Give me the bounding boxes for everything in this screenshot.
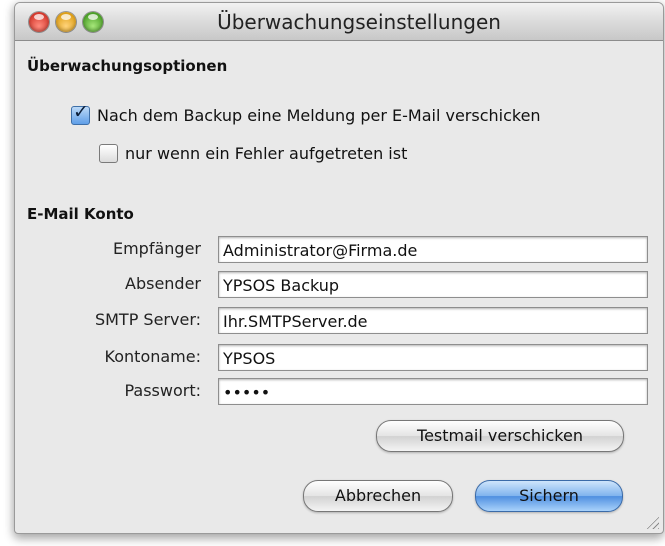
password-label: Passwort: (124, 381, 201, 400)
sender-label: Absender (125, 274, 201, 293)
account-heading: E-Mail Konto (27, 205, 134, 223)
send-mail-label: Nach dem Backup eine Meldung per E-Mail … (97, 106, 541, 125)
password-field[interactable]: ••••• (218, 378, 648, 405)
smtp-server-label: SMTP Server: (94, 310, 201, 329)
cancel-button[interactable]: Abbrechen (303, 480, 453, 512)
title-bar[interactable]: Überwachungseinstellungen (15, 3, 663, 41)
resize-grip-icon[interactable] (645, 515, 659, 529)
only-error-option[interactable]: nur wenn ein Fehler aufgetreten ist (99, 144, 407, 163)
account-name-field[interactable]: YPSOS (218, 344, 648, 371)
save-button[interactable]: Sichern (475, 480, 623, 512)
monitoring-heading: Überwachungsoptionen (27, 57, 228, 75)
recipient-label: Empfänger (112, 239, 201, 258)
account-name-label: Kontoname: (104, 347, 201, 366)
only-error-label: nur wenn ein Fehler aufgetreten ist (125, 144, 408, 163)
recipient-field[interactable]: Administrator@Firma.de (218, 236, 648, 263)
testmail-button[interactable]: Testmail verschicken (376, 420, 624, 452)
window-title: Überwachungseinstellungen (217, 10, 501, 34)
send-mail-option[interactable]: ✓ Nach dem Backup eine Meldung per E-Mai… (71, 101, 541, 125)
sender-field[interactable]: YPSOS Backup (218, 271, 648, 298)
settings-window: Überwachungseinstellungen Überwachungsop… (14, 2, 664, 534)
only-error-checkbox[interactable] (99, 144, 118, 163)
send-mail-checkbox[interactable]: ✓ (71, 101, 90, 125)
checkmark-icon: ✓ (73, 101, 89, 123)
smtp-server-field[interactable]: Ihr.SMTPServer.de (218, 307, 648, 334)
